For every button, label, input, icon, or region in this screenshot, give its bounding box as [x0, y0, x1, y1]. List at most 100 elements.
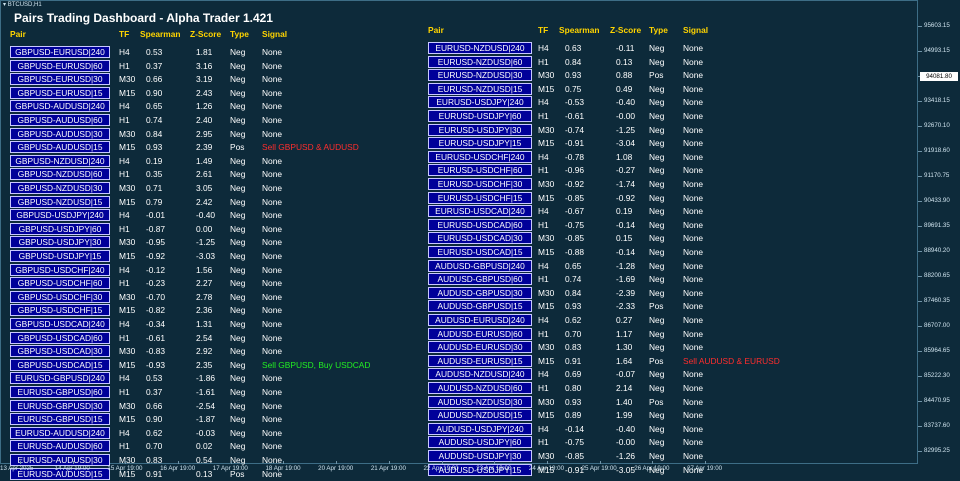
pair-button[interactable]: EURUSD-USDCHF|30 [428, 178, 532, 190]
pair-button[interactable]: EURUSD-USDCHF|15 [428, 191, 532, 204]
pair-button[interactable]: GBPUSD-USDCAD|30 [10, 345, 110, 358]
table-row: EURUSD-USDCHF|15 M15 -0.85 -0.92 Neg None [428, 191, 848, 206]
pair-button[interactable]: AUDUSD-NZDUSD|30 [428, 395, 532, 408]
pair-button[interactable]: EURUSD-NZDUSD|15 [428, 82, 532, 95]
pair-button[interactable]: GBPUSD-EURUSD|60 [10, 59, 110, 72]
pair-button[interactable]: AUDUSD-GBPUSD|60 [428, 273, 532, 286]
pair-button[interactable]: AUDUSD-EURUSD|60 [428, 327, 532, 340]
pair-button[interactable]: GBPUSD-USDCHF|60 [10, 277, 110, 290]
pair-button[interactable]: EURUSD-USDCAD|30 [428, 232, 532, 245]
zscore-cell: -0.00 [616, 111, 636, 121]
spearman-cell: -0.78 [565, 151, 585, 162]
table-row: AUDUSD-USDJPY|240 H4 -0.14 -0.40 Neg None [428, 422, 848, 437]
pair-button[interactable]: GBPUSD-NZDUSD|60 [10, 168, 110, 181]
timeframe-cell: M15 [538, 247, 555, 257]
pair-button[interactable]: EURUSD-USDCAD|15 [428, 246, 532, 258]
pair-button[interactable]: AUDUSD-GBPUSD|15 [428, 300, 532, 313]
pair-button[interactable]: GBPUSD-NZDUSD|30 [10, 182, 110, 194]
pair-button[interactable]: EURUSD-USDJPY|15 [428, 137, 532, 150]
pair-button[interactable]: GBPUSD-EURUSD|240 [10, 46, 110, 58]
pair-button[interactable]: AUDUSD-GBPUSD|30 [428, 286, 532, 299]
price-label: 91170.75 [924, 172, 950, 179]
zscore-cell: 0.13 [616, 56, 633, 67]
zscore-cell: 2.27 [196, 278, 213, 289]
spearman-cell: 0.69 [565, 369, 582, 380]
dropdown-icon[interactable]: ▾ [3, 2, 6, 8]
pair-button[interactable]: AUDUSD-NZDUSD|60 [428, 382, 532, 394]
pair-button[interactable]: AUDUSD-USDJPY|30 [428, 450, 532, 462]
table-row: EURUSD-GBPUSD|240 H4 0.53 -1.86 Neg None [10, 372, 430, 386]
pair-button[interactable]: EURUSD-NZDUSD|60 [428, 55, 532, 68]
pair-button[interactable]: EURUSD-GBPUSD|60 [10, 386, 110, 398]
timeframe-cell: M15 [538, 410, 555, 421]
header-tf: TF [538, 25, 549, 35]
pair-button[interactable]: GBPUSD-USDCHF|240 [10, 263, 110, 276]
pair-button[interactable]: GBPUSD-AUDUSD|15 [10, 141, 110, 154]
pair-button[interactable]: EURUSD-GBPUSD|15 [10, 413, 110, 426]
signal-cell: None [262, 210, 283, 221]
pair-button[interactable]: EURUSD-USDJPY|60 [428, 110, 532, 122]
pair-button[interactable]: EURUSD-AUDUSD|240 [10, 426, 110, 439]
pair-button[interactable]: GBPUSD-AUDUSD|30 [10, 127, 110, 140]
price-label: 84470.95 [924, 397, 950, 404]
pair-button[interactable]: EURUSD-USDCAD|240 [428, 205, 532, 218]
pair-button[interactable]: EURUSD-GBPUSD|30 [10, 399, 110, 412]
pair-button[interactable]: GBPUSD-USDCHF|30 [10, 290, 110, 303]
zscore-cell: 0.88 [616, 70, 633, 81]
price-tick [918, 301, 922, 302]
pair-button[interactable]: EURUSD-GBPUSD|240 [10, 372, 110, 385]
zscore-cell: 2.36 [196, 305, 213, 316]
zscore-cell: -1.86 [196, 373, 216, 384]
pair-button[interactable]: EURUSD-USDCHF|240 [428, 150, 532, 163]
pair-button[interactable]: GBPUSD-NZDUSD|240 [10, 154, 110, 167]
signal-cell: None [683, 247, 704, 257]
pair-button[interactable]: GBPUSD-USDCAD|60 [10, 331, 110, 344]
pair-button[interactable]: AUDUSD-USDJPY|60 [428, 436, 532, 449]
pair-button[interactable]: GBPUSD-AUDUSD|240 [10, 100, 110, 113]
signal-cell: None [683, 437, 704, 448]
pair-button[interactable]: GBPUSD-EURUSD|30 [10, 73, 110, 86]
pair-button[interactable]: AUDUSD-EURUSD|30 [428, 341, 532, 354]
pair-button[interactable]: GBPUSD-USDJPY|15 [10, 250, 110, 262]
pair-button[interactable]: GBPUSD-USDJPY|60 [10, 222, 110, 235]
pair-button[interactable]: GBPUSD-USDJPY|30 [10, 236, 110, 249]
spearman-cell: 0.66 [146, 74, 163, 85]
table-row: GBPUSD-USDCAD|15 M15 -0.93 2.35 Neg Sell GBPU… [10, 358, 430, 373]
pair-button[interactable]: EURUSD-USDCHF|60 [428, 164, 532, 177]
timeframe-cell: H1 [119, 332, 130, 343]
signal-cell: None [262, 278, 283, 289]
zscore-cell: 2.43 [196, 87, 213, 98]
pair-button[interactable]: AUDUSD-USDJPY|240 [428, 422, 532, 435]
signal-cell: None [262, 346, 283, 357]
pair-button[interactable]: EURUSD-USDJPY|240 [428, 96, 532, 109]
pair-button[interactable]: EURUSD-NZDUSD|30 [428, 69, 532, 82]
pair-button[interactable]: AUDUSD-EURUSD|15 [428, 354, 532, 367]
price-label: 86707.00 [924, 322, 950, 329]
pair-button[interactable]: EURUSD-NZDUSD|240 [428, 42, 532, 54]
pair-button[interactable]: AUDUSD-EURUSD|240 [428, 314, 532, 326]
pair-button[interactable]: GBPUSD-EURUSD|15 [10, 86, 110, 99]
spearman-cell: -0.93 [146, 359, 166, 370]
timeframe-cell: M30 [119, 128, 136, 139]
time-tick [494, 461, 496, 464]
pair-button[interactable]: AUDUSD-NZDUSD|15 [428, 409, 532, 422]
signal-cell: None [683, 206, 704, 217]
pair-button[interactable]: EURUSD-USDJPY|30 [428, 123, 532, 136]
pair-button[interactable]: EURUSD-USDCAD|60 [428, 218, 532, 231]
zscore-cell: 1.31 [196, 319, 213, 329]
pair-button[interactable]: EURUSD-AUDUSD|60 [10, 440, 110, 453]
pair-button[interactable]: GBPUSD-AUDUSD|60 [10, 114, 110, 126]
type-cell: Neg [649, 274, 665, 285]
pair-button[interactable]: AUDUSD-NZDUSD|240 [428, 368, 532, 381]
pair-button[interactable]: AUDUSD-GBPUSD|240 [428, 259, 532, 272]
spearman-cell: -0.75 [565, 219, 585, 230]
signal-cell: None [683, 165, 704, 176]
spearman-cell: -0.96 [565, 165, 585, 176]
signal-cell: None [683, 219, 704, 230]
pair-button[interactable]: GBPUSD-USDCAD|15 [10, 358, 110, 371]
spearman-cell: -0.82 [146, 305, 166, 316]
pair-button[interactable]: GBPUSD-USDJPY|240 [10, 209, 110, 222]
pair-button[interactable]: GBPUSD-USDCAD|240 [10, 318, 110, 330]
pair-button[interactable]: GBPUSD-NZDUSD|15 [10, 195, 110, 208]
pair-button[interactable]: GBPUSD-USDCHF|15 [10, 304, 110, 317]
